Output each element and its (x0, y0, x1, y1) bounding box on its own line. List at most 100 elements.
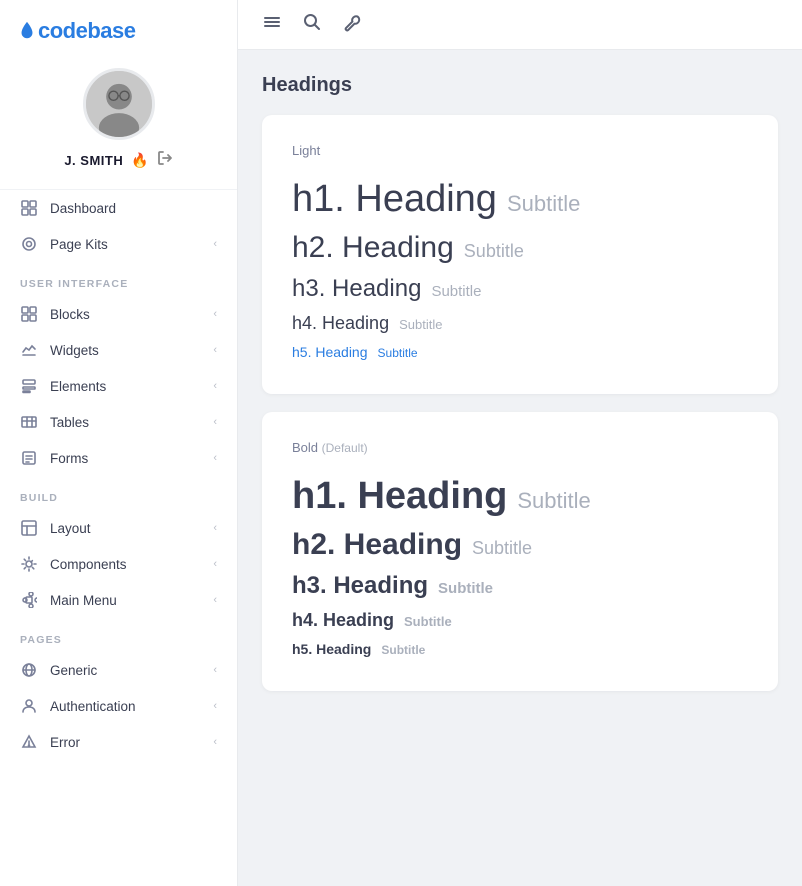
heading-h5-light: h5. Heading Subtitle (292, 344, 748, 360)
main-menu-arrow: ‹ (213, 594, 217, 606)
components-label: Components (50, 557, 213, 572)
heading-h5-bold: h5. Heading Subtitle (292, 641, 748, 657)
tables-label: Tables (50, 415, 213, 430)
elements-arrow: ‹ (213, 380, 217, 392)
main-content: Headings Light h1. Heading Subtitle h2. … (238, 0, 802, 886)
heading-h4-bold-main: h4. Heading (292, 610, 394, 631)
wrench-icon[interactable] (342, 12, 362, 37)
heading-h5-bold-main: h5. Heading (292, 641, 371, 657)
heading-h3-bold-main: h3. Heading (292, 572, 428, 600)
dashboard-icon (20, 199, 38, 217)
sidebar-item-page-kits[interactable]: Page Kits ‹ (0, 226, 237, 262)
forms-icon (20, 449, 38, 467)
tables-icon (20, 413, 38, 431)
heading-h1-bold-sub: Subtitle (517, 488, 590, 514)
card-light: Light h1. Heading Subtitle h2. Heading S… (262, 115, 778, 394)
nav-section-build: BUILD Layout ‹ Components ‹ (0, 476, 237, 618)
generic-label: Generic (50, 663, 213, 678)
section-title-pages: PAGES (0, 618, 237, 652)
nav-section-user-interface: USER INTERFACE Blocks ‹ Widgets (0, 262, 237, 476)
error-icon (20, 733, 38, 751)
components-arrow: ‹ (213, 558, 217, 570)
page-title: Headings (262, 74, 778, 97)
sidebar-item-dashboard[interactable]: Dashboard (0, 190, 237, 226)
sidebar-item-widgets[interactable]: Widgets ‹ (0, 332, 237, 368)
heading-h3-main: h3. Heading (292, 275, 421, 303)
section-title-build: BUILD (0, 476, 237, 510)
menu-icon[interactable] (262, 12, 282, 37)
heading-h5-main: h5. Heading (292, 344, 368, 360)
heading-h1-sub: Subtitle (507, 191, 580, 217)
authentication-label: Authentication (50, 699, 213, 714)
logo: codebase (0, 0, 237, 58)
widgets-icon (20, 341, 38, 359)
card-bold: Bold (Default) h1. Heading Subtitle h2. … (262, 412, 778, 691)
components-icon (20, 555, 38, 573)
sidebar-item-tables[interactable]: Tables ‹ (0, 404, 237, 440)
topbar (238, 0, 802, 50)
avatar (83, 68, 155, 140)
user-name: J. SMITH (64, 153, 123, 168)
heading-h2-bold-main: h2. Heading (292, 528, 462, 562)
heading-h3-sub: Subtitle (431, 283, 481, 300)
logo-text: codebase (38, 18, 136, 44)
main-menu-icon (20, 591, 38, 609)
user-profile: J. SMITH 🔥 (0, 58, 237, 190)
section-title-ui: USER INTERFACE (0, 262, 237, 296)
layout-label: Layout (50, 521, 213, 536)
heading-h4-light: h4. Heading Subtitle (292, 313, 748, 334)
sidebar-item-blocks[interactable]: Blocks ‹ (0, 296, 237, 332)
heading-h5-bold-sub: Subtitle (381, 643, 425, 657)
elements-icon (20, 377, 38, 395)
logout-icon[interactable] (157, 150, 173, 171)
nav-section-main: Dashboard Page Kits ‹ (0, 190, 237, 262)
heading-h2-bold: h2. Heading Subtitle (292, 528, 748, 562)
heading-h2-light: h2. Heading Subtitle (292, 231, 748, 265)
sidebar-item-main-menu[interactable]: Main Menu ‹ (0, 582, 237, 618)
heading-h2-sub: Subtitle (464, 241, 524, 262)
heading-h2-bold-sub: Subtitle (472, 538, 532, 559)
card-label-bold-suffix: (Default) (322, 441, 368, 455)
heading-h1-bold-main: h1. Heading (292, 475, 507, 518)
heading-h4-sub: Subtitle (399, 317, 442, 332)
sidebar-item-layout[interactable]: Layout ‹ (0, 510, 237, 546)
sidebar-item-forms[interactable]: Forms ‹ (0, 440, 237, 476)
heading-h4-main: h4. Heading (292, 313, 389, 334)
page-kits-label: Page Kits (50, 237, 213, 252)
heading-h1-main: h1. Heading (292, 178, 497, 221)
heading-h1-bold: h1. Heading Subtitle (292, 475, 748, 518)
sidebar-item-components[interactable]: Components ‹ (0, 546, 237, 582)
heading-h2-main: h2. Heading (292, 231, 454, 265)
generic-arrow: ‹ (213, 664, 217, 676)
page-kits-icon (20, 235, 38, 253)
heading-h4-bold-sub: Subtitle (404, 614, 452, 629)
authentication-arrow: ‹ (213, 700, 217, 712)
heading-h3-bold-sub: Subtitle (438, 580, 493, 597)
tables-arrow: ‹ (213, 416, 217, 428)
widgets-label: Widgets (50, 343, 213, 358)
nav-section-pages: PAGES Generic ‹ Authentication ‹ (0, 618, 237, 760)
sidebar-item-error[interactable]: Error ‹ (0, 724, 237, 760)
authentication-icon (20, 697, 38, 715)
main-menu-label: Main Menu (50, 593, 213, 608)
blocks-arrow: ‹ (213, 308, 217, 320)
user-info: J. SMITH 🔥 (64, 150, 172, 171)
page-kits-arrow: ‹ (213, 238, 217, 250)
sidebar-item-generic[interactable]: Generic ‹ (0, 652, 237, 688)
card-label-bold: Bold (Default) (292, 440, 748, 455)
blocks-label: Blocks (50, 307, 213, 322)
blocks-icon (20, 305, 38, 323)
search-icon[interactable] (302, 12, 322, 37)
forms-arrow: ‹ (213, 452, 217, 464)
fire-icon: 🔥 (131, 152, 148, 169)
dashboard-label: Dashboard (50, 201, 217, 216)
sidebar-item-elements[interactable]: Elements ‹ (0, 368, 237, 404)
error-arrow: ‹ (213, 736, 217, 748)
card-label-light: Light (292, 143, 748, 158)
forms-label: Forms (50, 451, 213, 466)
sidebar-item-authentication[interactable]: Authentication ‹ (0, 688, 237, 724)
heading-h3-light: h3. Heading Subtitle (292, 275, 748, 303)
error-label: Error (50, 735, 213, 750)
generic-icon (20, 661, 38, 679)
logo-drop-icon (20, 21, 34, 41)
